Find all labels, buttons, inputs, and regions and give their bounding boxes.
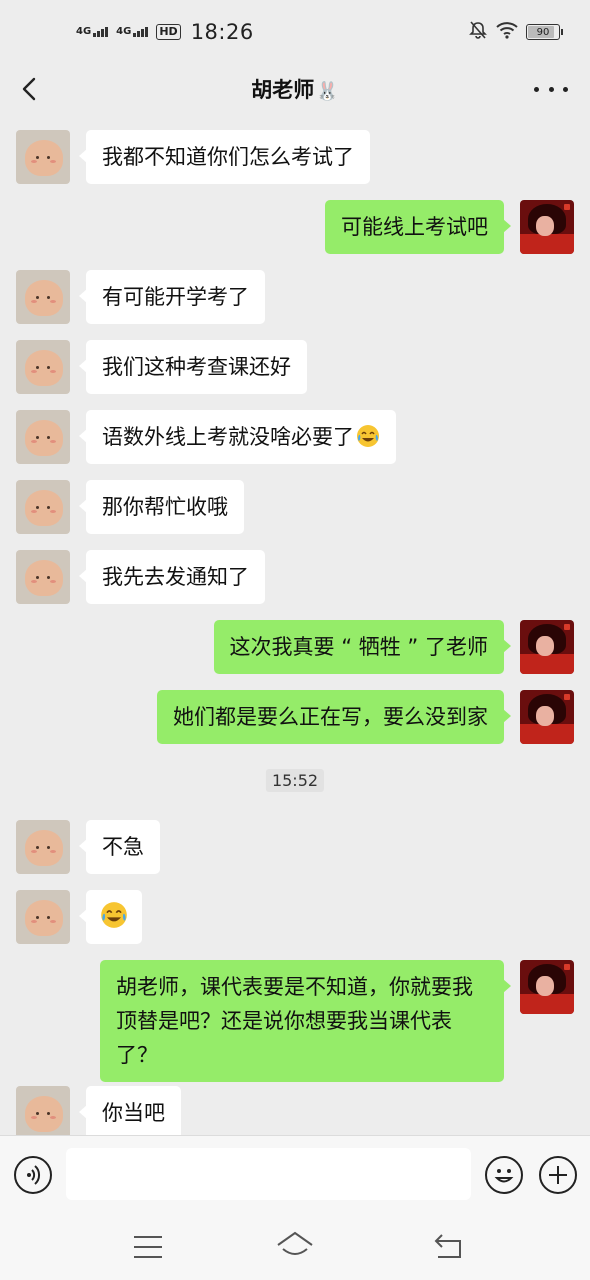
- message-bubble-received[interactable]: 不急: [79, 820, 160, 874]
- voice-button[interactable]: [14, 1156, 52, 1194]
- message-bubble-sent[interactable]: 她们都是要么正在写，要么没到家: [157, 690, 511, 744]
- plus-button[interactable]: [539, 1156, 577, 1194]
- contact-avatar[interactable]: [16, 480, 70, 534]
- battery-icon: 90: [526, 24, 563, 40]
- message-bubble-received[interactable]: 我们这种考查课还好: [79, 340, 307, 394]
- self-avatar[interactable]: [520, 960, 574, 1014]
- network-type-2: 4G: [116, 26, 132, 37]
- wifi-icon: [496, 20, 518, 44]
- menu-button[interactable]: [128, 1229, 168, 1265]
- signal-icon: 4G: [76, 26, 109, 37]
- message-bubble-received[interactable]: 语数外线上考就没啥必要了: [79, 410, 396, 464]
- more-icon: [534, 86, 539, 92]
- network-type-1: 4G: [76, 26, 92, 37]
- self-avatar[interactable]: [520, 690, 574, 744]
- status-right: 90: [468, 20, 563, 45]
- more-button[interactable]: [534, 74, 568, 104]
- signal-icon: 4G: [116, 26, 149, 37]
- rabbit-emoji: 🐰: [316, 81, 339, 102]
- input-bar: [0, 1135, 590, 1213]
- timestamp: 15:52: [265, 769, 325, 792]
- status-left: 4G 4G HD 18:26: [76, 20, 254, 44]
- contact-avatar[interactable]: [16, 1086, 70, 1135]
- message-bubble-sent[interactable]: 可能线上考试吧: [325, 200, 511, 254]
- message-bubble-received[interactable]: 我先去发通知了: [79, 550, 265, 604]
- status-bar: 4G 4G HD 18:26 90: [0, 0, 590, 64]
- message-bubble-received[interactable]: 有可能开学考了: [79, 270, 265, 324]
- back-nav-icon: [434, 1234, 461, 1258]
- message-bubble-received[interactable]: 你当吧: [79, 1086, 181, 1135]
- system-navigation-bar: [0, 1213, 590, 1280]
- home-button[interactable]: [275, 1229, 315, 1265]
- message-input[interactable]: [66, 1148, 471, 1200]
- emoji-button[interactable]: [485, 1156, 523, 1194]
- menu-icon: [134, 1236, 162, 1258]
- contact-avatar[interactable]: [16, 270, 70, 324]
- message-bubble-sent[interactable]: 胡老师，课代表要是不知道，你就要我顶替是吧？还是说你想要我当课代表了？: [100, 960, 511, 1082]
- message-bubble-received[interactable]: [79, 890, 142, 944]
- back-nav-button[interactable]: [430, 1229, 470, 1265]
- mute-icon: [468, 20, 488, 45]
- contact-avatar[interactable]: [16, 130, 70, 184]
- message-bubble-received[interactable]: 那你帮忙收哦: [79, 480, 244, 534]
- status-time: 18:26: [190, 20, 254, 44]
- back-icon: [22, 77, 36, 101]
- message-bubble-sent[interactable]: 这次我真要 “ 牺牲 ” 了老师: [213, 620, 512, 674]
- contact-avatar[interactable]: [16, 340, 70, 394]
- laugh-cry-emoji-icon: [101, 902, 127, 928]
- message-bubble-received[interactable]: 我都不知道你们怎么考试了: [79, 130, 370, 184]
- battery-text: 90: [536, 26, 550, 38]
- contact-avatar[interactable]: [16, 410, 70, 464]
- chat-header: 胡老师 🐰: [0, 64, 590, 114]
- contact-avatar[interactable]: [16, 550, 70, 604]
- chat-area[interactable]: 我都不知道你们怎么考试了 可能线上考试吧 有可能开学考了 我们这种考查课还好 语…: [0, 114, 590, 1135]
- hd-voice-icon: HD: [156, 24, 181, 40]
- chat-title: 胡老师 🐰: [251, 74, 338, 104]
- laugh-cry-emoji-icon: [357, 425, 379, 447]
- voice-icon: [27, 1165, 41, 1185]
- self-avatar[interactable]: [520, 620, 574, 674]
- contact-avatar[interactable]: [16, 890, 70, 944]
- home-icon: [277, 1231, 313, 1255]
- emoji-icon: [494, 1169, 514, 1183]
- contact-name: 胡老师: [251, 78, 315, 102]
- back-button[interactable]: [16, 74, 46, 104]
- self-avatar[interactable]: [520, 200, 574, 254]
- message-text: 语数外线上考就没啥必要了: [102, 425, 354, 449]
- contact-avatar[interactable]: [16, 820, 70, 874]
